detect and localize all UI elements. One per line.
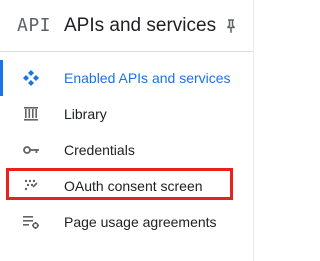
enabled-apis-icon <box>23 70 39 86</box>
sidebar-item-oauth-consent[interactable]: OAuth consent screen <box>0 168 253 204</box>
settings-list-icon <box>23 216 39 229</box>
sidebar-item-label: OAuth consent screen <box>64 178 203 194</box>
sidebar-item-credentials[interactable]: Credentials <box>0 132 253 168</box>
page-title: APIs and services <box>64 15 217 36</box>
sidebar-item-library[interactable]: Library <box>0 96 253 132</box>
sidebar-item-label: Credentials <box>64 142 135 158</box>
api-services-sidebar: API APIs and services Enabled APIs and s… <box>0 0 261 261</box>
oauth-consent-icon <box>24 179 38 191</box>
sidebar-divider <box>253 0 254 261</box>
sidebar-item-enabled-apis[interactable]: Enabled APIs and services <box>0 60 253 96</box>
library-icon <box>24 107 38 121</box>
sidebar-item-label: Library <box>64 106 107 122</box>
sidebar-item-page-usage[interactable]: Page usage agreements <box>0 204 253 240</box>
sidebar-item-label: Page usage agreements <box>64 214 217 230</box>
pin-icon[interactable] <box>222 17 240 35</box>
active-indicator <box>0 60 3 96</box>
api-logo: API <box>17 15 52 36</box>
sidebar-item-label: Enabled APIs and services <box>64 70 231 86</box>
key-icon <box>23 146 39 154</box>
sidebar-header: API APIs and services <box>0 0 253 52</box>
